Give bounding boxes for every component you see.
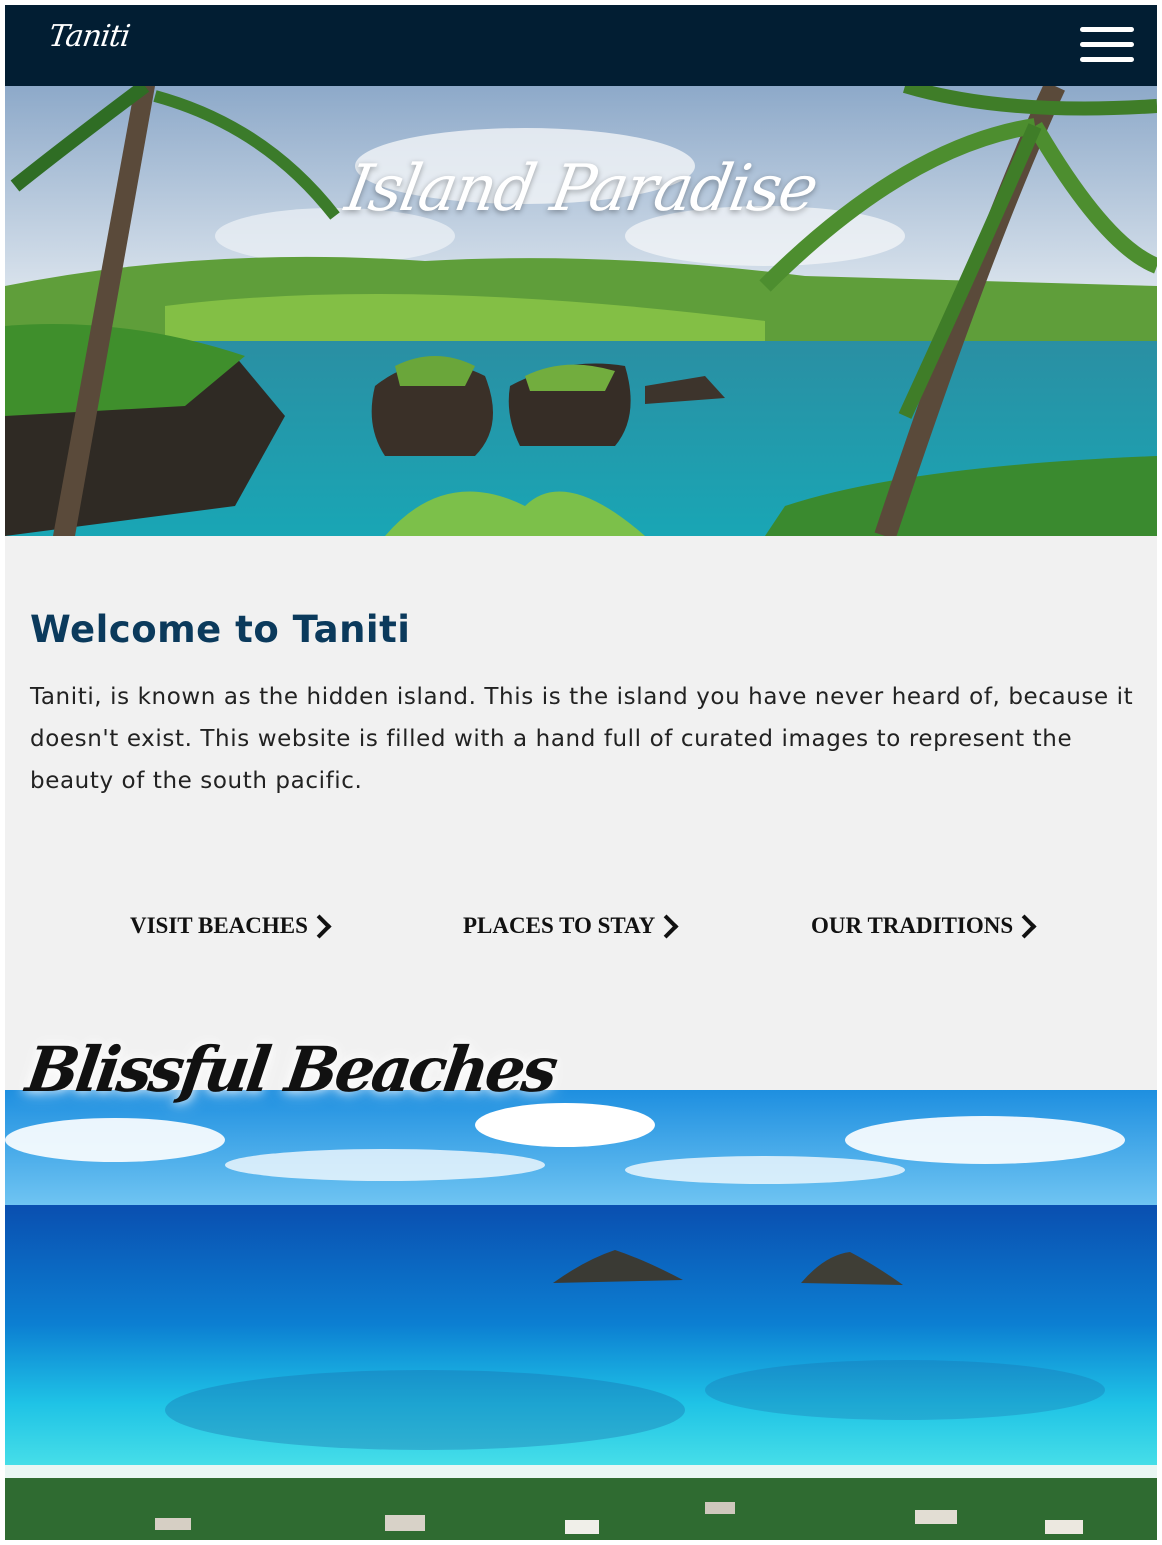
our-traditions-label: OUR TRADITIONS (811, 913, 1014, 938)
welcome-heading: Welcome to Taniti (30, 608, 411, 651)
places-to-stay-label: PLACES TO STAY (463, 913, 656, 938)
chevron-right-icon (314, 915, 328, 937)
welcome-text: Taniti, is known as the hidden island. T… (30, 684, 1134, 794)
beach-section (5, 1090, 1157, 1540)
menu-bar-bottom (1080, 57, 1134, 62)
beach-ocean-image (5, 1090, 1157, 1540)
menu-bar-top (1080, 27, 1134, 32)
places-to-stay-link[interactable]: PLACES TO STAY (463, 909, 675, 943)
page-frame: Taniti Island Paradise Welcome to Taniti… (5, 5, 1157, 1540)
top-navbar: Taniti (5, 5, 1157, 86)
chevron-right-icon (1019, 915, 1033, 937)
chevron-right-icon (661, 915, 675, 937)
hero-banner: Island Paradise (5, 86, 1157, 536)
hero-title: Island Paradise (340, 152, 822, 226)
visit-beaches-link[interactable]: VISIT BEACHES (130, 909, 328, 943)
visit-beaches-label: VISIT BEACHES (130, 913, 308, 938)
our-traditions-link[interactable]: OUR TRADITIONS (811, 909, 1033, 943)
hamburger-menu-icon[interactable] (1080, 27, 1134, 63)
beach-section-title: Blissful Beaches (21, 1033, 560, 1106)
site-logo[interactable]: Taniti (47, 19, 132, 54)
menu-bar-middle (1080, 42, 1134, 47)
